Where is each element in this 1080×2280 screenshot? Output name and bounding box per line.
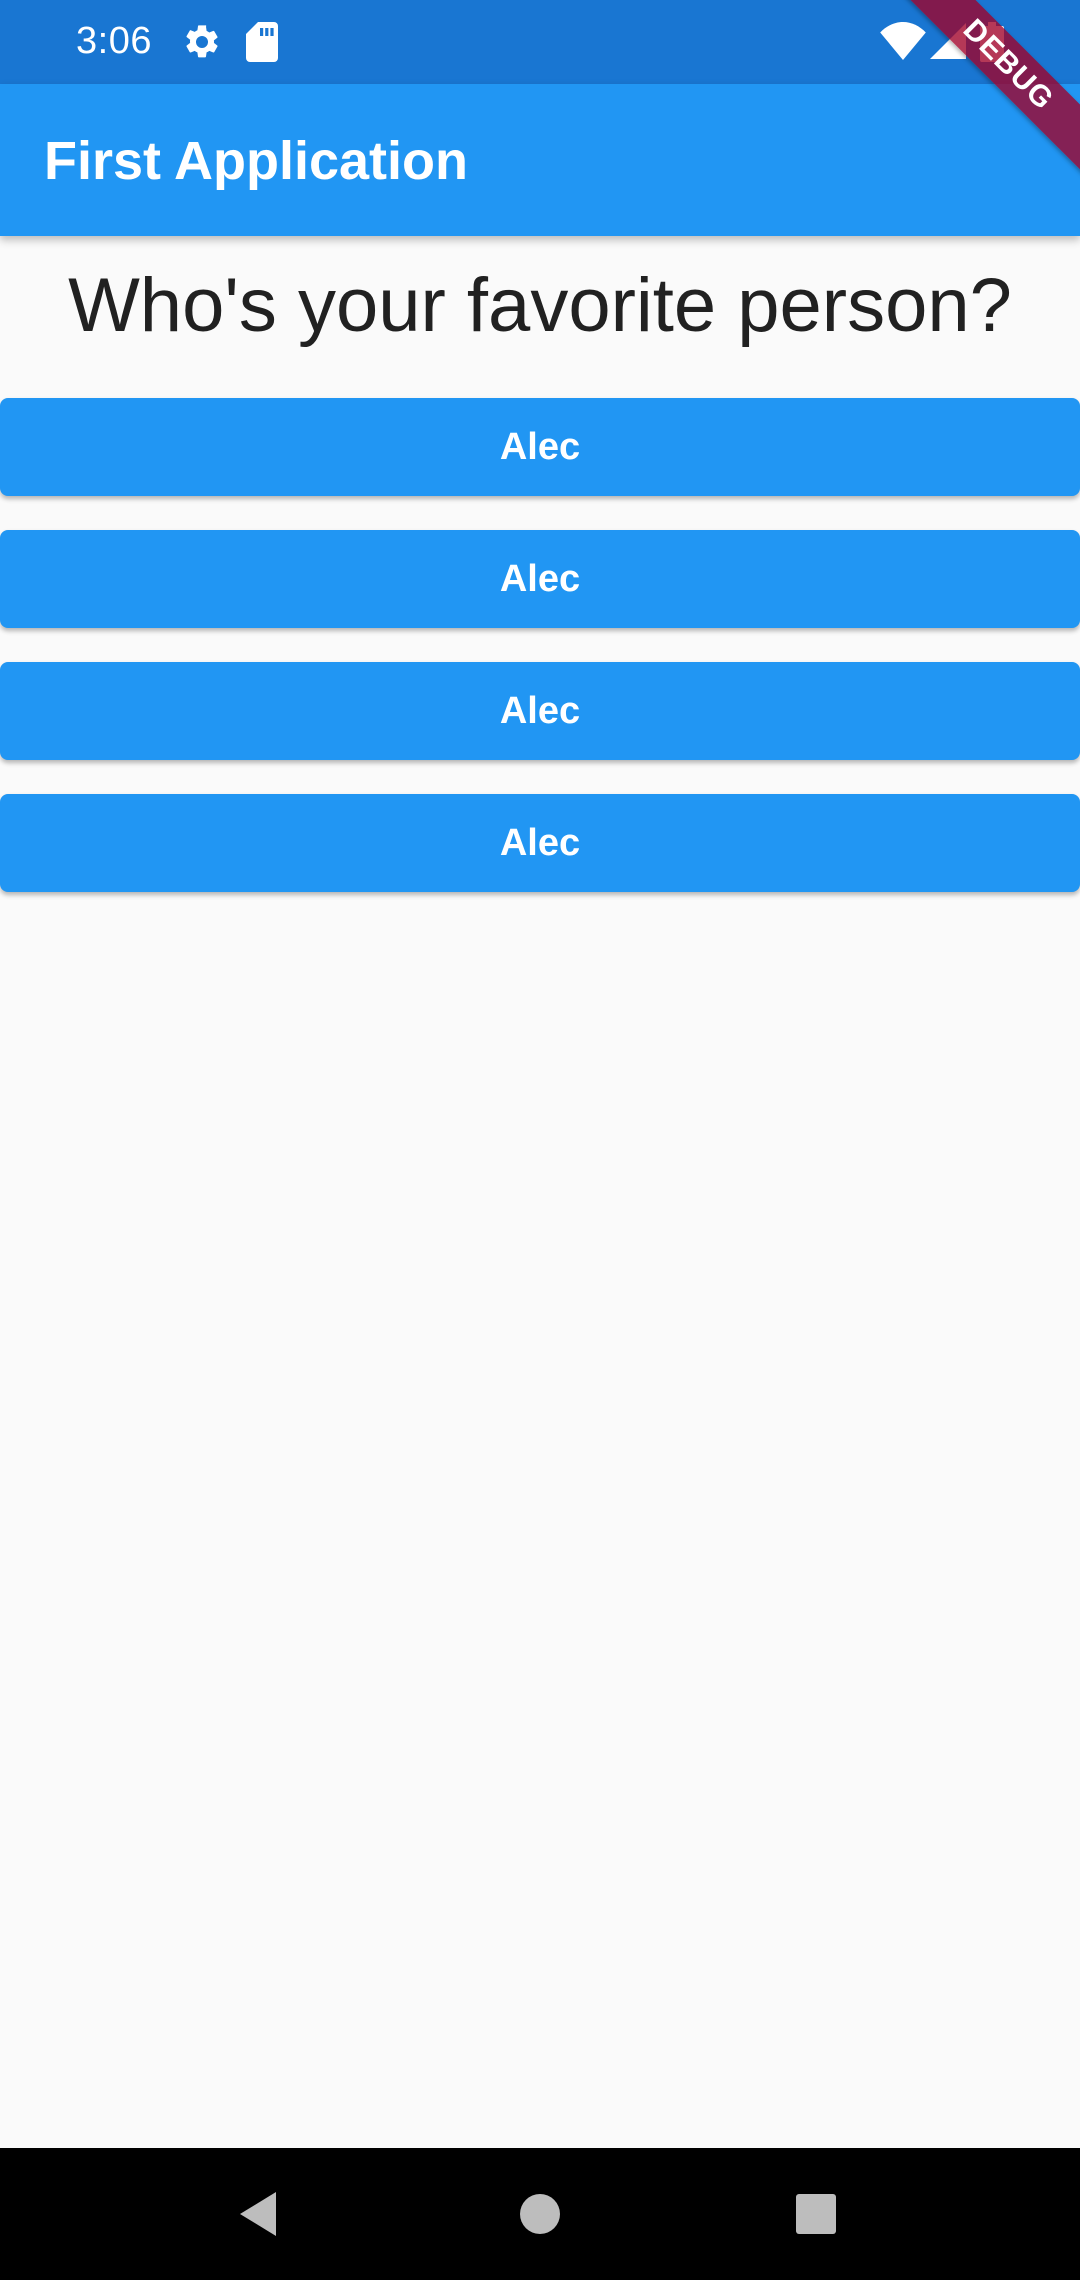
answer-list: Alec Alec Alec Alec (0, 398, 1080, 926)
answer-button[interactable]: Alec (0, 398, 1080, 496)
navigation-bar (0, 2148, 1080, 2280)
app-bar: First Application (0, 84, 1080, 236)
home-icon[interactable] (510, 2184, 570, 2244)
back-icon[interactable] (234, 2184, 294, 2244)
gear-icon (186, 25, 218, 58)
recents-icon[interactable] (786, 2184, 846, 2244)
question-text: Who's your favorite person? (68, 263, 1012, 348)
answer-button[interactable]: Alec (0, 662, 1080, 760)
status-bar: 3:06 (0, 0, 1080, 84)
screen: 3:06 DEBUG First Application Who's your … (0, 0, 1080, 2280)
sd-card-icon (246, 22, 278, 62)
app-title: First Application (44, 131, 469, 191)
answer-button[interactable]: Alec (0, 530, 1080, 628)
wifi-icon (880, 22, 926, 60)
status-time: 3:06 (76, 20, 152, 62)
answer-button[interactable]: Alec (0, 794, 1080, 892)
